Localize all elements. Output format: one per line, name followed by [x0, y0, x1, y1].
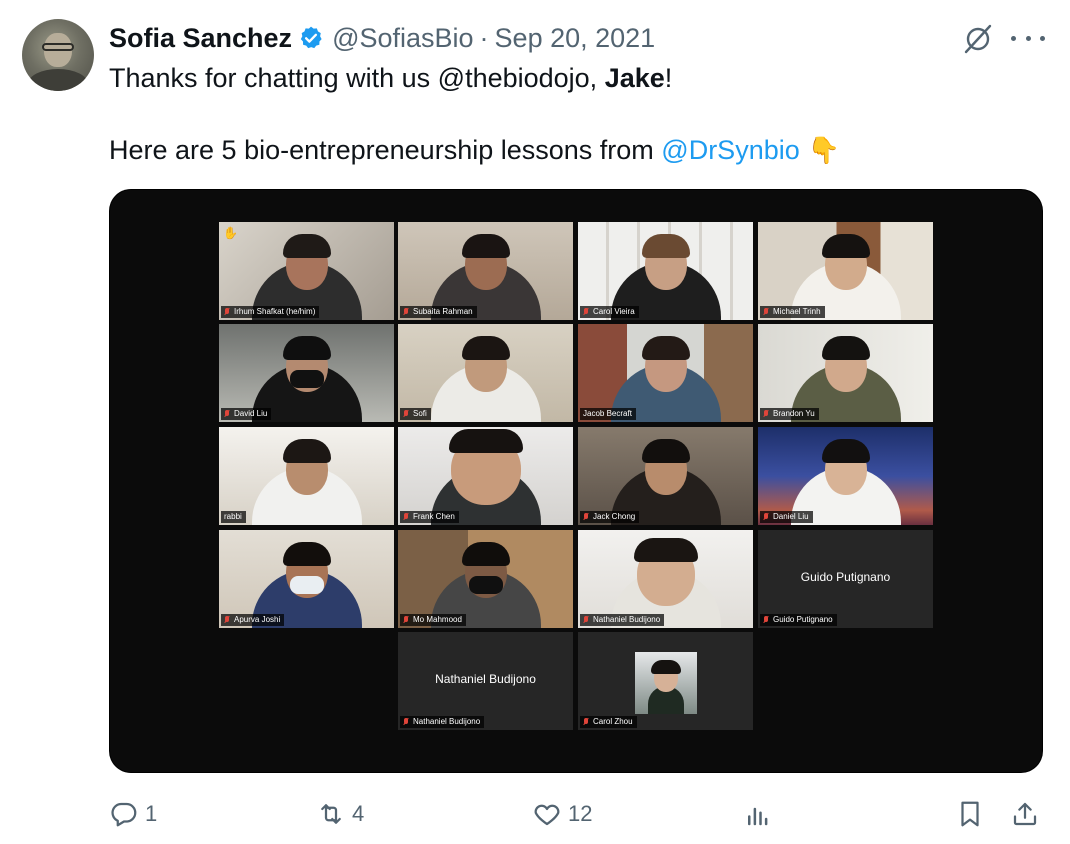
display-name[interactable]: Sofia Sanchez — [109, 23, 292, 54]
bookmark-button[interactable] — [955, 796, 985, 832]
video-tile-camera-off: Carol Zhou — [578, 632, 753, 730]
participant-name: Daniel Liu — [760, 511, 813, 523]
video-tile: Carol Vieira — [578, 222, 753, 320]
retweet-button[interactable]: 4 — [316, 796, 364, 832]
video-tile: Frank Chen — [398, 427, 573, 525]
video-tile: Daniel Liu — [758, 427, 933, 525]
text-bold-jake: Jake — [604, 63, 665, 93]
author-handle[interactable]: @SofiasBio — [332, 23, 473, 54]
zoom-gallery: ✋ Irhum Shafkat (he/him) Subaita Rahman … — [110, 190, 1042, 772]
video-tile: Nathaniel Budijono — [578, 530, 753, 628]
participant-name: Jack Chong — [580, 511, 640, 523]
verified-badge-icon — [300, 26, 322, 49]
participant-name: Nathaniel Budijono — [400, 716, 485, 728]
video-tile: Subaita Rahman — [398, 222, 573, 320]
video-tile-active-speaker: Jacob Becraft — [578, 324, 753, 422]
video-tile: Apurva Joshi — [219, 530, 394, 628]
participant-name: Mo Mahmood — [400, 614, 466, 626]
participant-name: Sofi — [400, 408, 431, 420]
reply-icon — [111, 802, 137, 827]
participant-name: Jacob Becraft — [580, 408, 636, 420]
more-options-icon[interactable] — [1011, 22, 1045, 54]
muted-mic-icon — [583, 308, 589, 316]
tweet-line-2: Here are 5 bio-entrepreneurship lessons … — [109, 132, 1009, 168]
participant-name: Nathaniel Budijono — [580, 614, 665, 626]
muted-mic-icon — [403, 616, 409, 624]
muted-mic-icon — [403, 410, 409, 418]
video-tile: Michael Trinh — [758, 222, 933, 320]
retweet-icon — [321, 804, 341, 824]
video-tile: David Liu — [219, 324, 394, 422]
video-tile: rabbi — [219, 427, 394, 525]
video-tile-camera-off: Nathaniel Budijono Nathaniel Budijono — [398, 632, 573, 730]
participant-name: rabbi — [221, 511, 246, 523]
muted-mic-icon — [763, 616, 769, 624]
tweet-header: Sofia Sanchez @SofiasBio · Sep 20, 2021 — [109, 20, 655, 56]
pointing-down-emoji: 👇 — [807, 135, 841, 165]
profile-picture — [635, 652, 697, 714]
reply-button[interactable]: 1 — [109, 796, 157, 832]
participant-display-name: Nathaniel Budijono — [435, 672, 536, 686]
avatar-shoulders — [28, 69, 88, 91]
tweet-action-bar: 1 4 12 — [109, 796, 1049, 832]
participant-name: Guido Putignano — [760, 614, 837, 626]
analytics-icon — [748, 807, 768, 826]
participant-name: Carol Zhou — [580, 716, 637, 728]
video-tile: ✋ Irhum Shafkat (he/him) — [219, 222, 394, 320]
text-suffix-1: ! — [664, 63, 673, 93]
avatar-glasses — [42, 43, 74, 51]
video-tile: Sofi — [398, 324, 573, 422]
participant-name: Brandon Yu — [760, 408, 819, 420]
separator-dot: · — [479, 22, 489, 53]
muted-mic-icon — [403, 718, 409, 726]
tweet-text: Thanks for chatting with us @thebiodojo,… — [109, 60, 1009, 168]
grok-icon[interactable] — [962, 22, 994, 54]
participant-name: Carol Vieira — [580, 306, 639, 318]
tweet-line-1: Thanks for chatting with us @thebiodojo,… — [109, 60, 1009, 96]
video-tile: Jack Chong — [578, 427, 753, 525]
participant-name: David Liu — [221, 408, 272, 420]
mention-drsynbio[interactable]: @DrSynbio — [661, 135, 799, 165]
author-avatar[interactable] — [22, 19, 94, 91]
muted-mic-icon — [224, 308, 230, 316]
video-tile: Mo Mahmood — [398, 530, 573, 628]
muted-mic-icon — [403, 513, 409, 521]
like-button[interactable]: 12 — [532, 796, 592, 832]
muted-mic-icon — [763, 308, 769, 316]
muted-mic-icon — [583, 718, 589, 726]
raised-hand-icon: ✋ — [223, 226, 238, 240]
participant-name: Michael Trinh — [760, 306, 825, 318]
retweet-count: 4 — [352, 801, 365, 826]
tweet-media-image[interactable]: ✋ Irhum Shafkat (he/him) Subaita Rahman … — [109, 189, 1043, 773]
muted-mic-icon — [583, 513, 589, 521]
video-tile: Brandon Yu — [758, 324, 933, 422]
participant-name: Frank Chen — [400, 511, 459, 523]
participant-name: Subaita Rahman — [400, 306, 477, 318]
muted-mic-icon — [403, 308, 409, 316]
muted-mic-icon — [763, 410, 769, 418]
text-prefix-2: Here are 5 bio-entrepreneurship lessons … — [109, 135, 662, 165]
participant-name: Irhum Shafkat (he/him) — [221, 306, 320, 318]
share-icon — [1013, 802, 1037, 826]
like-count: 12 — [568, 801, 593, 826]
views-button[interactable] — [743, 796, 773, 832]
muted-mic-icon — [583, 616, 589, 624]
muted-mic-icon — [224, 410, 230, 418]
reply-count: 1 — [145, 801, 158, 826]
muted-mic-icon — [763, 513, 769, 521]
bookmark-icon — [961, 801, 979, 827]
text-prefix-1: Thanks for chatting with us @thebiodojo, — [109, 63, 605, 93]
share-button[interactable] — [1010, 796, 1040, 832]
participant-display-name: Guido Putignano — [800, 570, 891, 584]
tweet-date[interactable]: Sep 20, 2021 — [495, 23, 656, 54]
muted-mic-icon — [224, 616, 230, 624]
video-tile-camera-off: Guido Putignano Guido Putignano — [758, 530, 933, 628]
heart-icon — [534, 804, 560, 826]
participant-name: Apurva Joshi — [221, 614, 285, 626]
